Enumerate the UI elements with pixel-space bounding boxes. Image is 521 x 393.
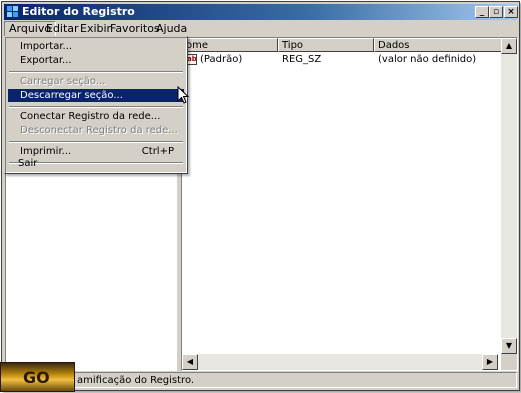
horizontal-scrollbar[interactable]: ◀ ▶ (182, 354, 498, 370)
arrow-left-icon: ◀ (186, 357, 194, 366)
scroll-left-button[interactable]: ◀ (182, 354, 198, 370)
column-header-name[interactable]: ome (182, 38, 278, 52)
column-header-type[interactable]: Tipo (278, 38, 374, 52)
arrow-right-icon: ▶ (486, 357, 494, 366)
close-icon: × (507, 7, 515, 17)
menu-bar: Arquivo Editar Exibir Favoritos Ajuda (4, 21, 517, 37)
status-text: amificação do Registro. (77, 375, 195, 386)
menu-item-load-hive: Carregar seção... (20, 76, 106, 87)
menu-separator (9, 141, 183, 143)
value-name-cell[interactable]: (Padrão) (200, 53, 242, 67)
mouse-cursor-icon (177, 86, 190, 104)
value-data-cell[interactable]: (valor não definido) (378, 53, 476, 67)
window-title: Editor do Registro (22, 5, 135, 18)
arrow-down-icon: ▼ (505, 341, 513, 350)
scroll-down-button[interactable]: ▼ (501, 338, 517, 354)
print-label: Imprimir... (20, 146, 72, 157)
menu-item-unload-hive[interactable]: Descarregar seção... (8, 89, 184, 102)
close-button[interactable]: × (504, 6, 518, 18)
menu-item-export[interactable]: Exportar... (8, 54, 184, 67)
menu-separator (9, 106, 183, 108)
menu-item-import[interactable]: Importar... (8, 40, 184, 53)
registry-editor-window: Editor do Registro _ ▫ × Arquivo Editar … (1, 1, 520, 391)
values-list-pane[interactable]: ome Tipo Dados ab (Padrão) REG_SZ (valor… (181, 37, 518, 371)
scroll-right-button[interactable]: ▶ (482, 354, 498, 370)
minimize-button[interactable]: _ (475, 6, 489, 18)
menu-item-exit-label[interactable]: Sair (6, 157, 182, 171)
scroll-up-button[interactable]: ▲ (501, 38, 517, 54)
scrollbar-corner (501, 354, 517, 370)
maximize-icon: ▫ (492, 7, 500, 17)
minimize-icon: _ (479, 7, 485, 17)
column-header-data[interactable]: Dados (374, 38, 517, 52)
vertical-scrollbar[interactable]: ▲ ▼ (501, 38, 517, 354)
status-bar: amificação do Registro. (4, 372, 517, 388)
maximize-button[interactable]: ▫ (489, 6, 503, 18)
menu-separator (9, 71, 183, 73)
menu-item-disconnect-network: Desconectar Registro da rede... (20, 125, 178, 136)
value-type-cell[interactable]: REG_SZ (282, 53, 321, 67)
go-logo: GO (0, 362, 75, 392)
file-menu-dropdown: Importar... Exportar... Carregar seção..… (4, 36, 188, 174)
menu-ajuda[interactable]: Ajuda (152, 21, 191, 37)
registry-editor-icon (7, 6, 18, 17)
go-logo-text: GO (23, 368, 50, 387)
title-bar[interactable]: Editor do Registro _ ▫ × (4, 4, 518, 20)
menu-item-connect-network[interactable]: Conectar Registro da rede... (8, 110, 184, 123)
arrow-up-icon: ▲ (505, 41, 513, 50)
